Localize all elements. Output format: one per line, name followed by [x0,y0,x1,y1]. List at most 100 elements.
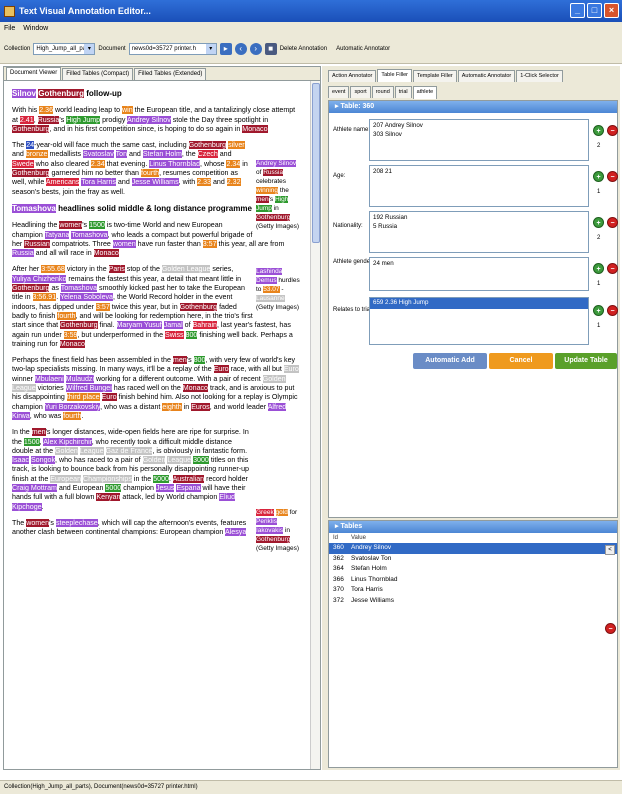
open-icon[interactable]: ▸ [219,42,232,55]
automatic-annotator-button[interactable]: Automatic Annotator [336,46,390,52]
tab-automatic-annotator[interactable]: Automatic Annotator [457,70,516,82]
image-caption: Lashinda Demus hurdles to 53.07 - Lausan… [256,268,300,312]
field-label: Nationality: [333,223,363,229]
field-values[interactable]: 659 2.36 High Jump [369,297,589,345]
table-row[interactable]: 362 Svatoslav Ton [329,554,617,565]
save-icon[interactable]: ■ [264,42,277,55]
value-count: 1 [597,189,601,195]
document-scrollbar[interactable] [310,81,320,769]
add-icon[interactable]: + [593,125,604,136]
menu-bar: File Window [0,22,622,34]
paragraph: Lashinda Demus hurdles to 53.07 - Lausan… [12,265,302,349]
field-label: Age: [333,173,346,179]
field-values[interactable]: 24 men [369,257,589,291]
window-title: Text Visual Annotation Editor... [19,6,151,16]
remove-icon[interactable]: − [607,305,618,316]
tables-list: 360 Andrey Silnov 362 Svatoslav Ton 364 Stefa… [329,543,617,606]
tab-1-click-selector[interactable]: 1-Click Selector [516,70,563,82]
add-icon[interactable]: + [593,217,604,228]
table-panel-header[interactable]: ▸ Table: 360 [329,101,617,113]
row-value: Linus Thornblad [351,575,398,583]
value-count: 2 [597,235,601,241]
collapse-icon[interactable]: < [605,545,615,555]
back-icon[interactable]: ‹ [234,42,247,55]
table-row[interactable]: 370 Tora Harris [329,585,617,596]
window-controls: _ □ × [570,3,619,18]
scrollbar-thumb[interactable] [312,83,320,243]
annotation-pane: Action Annotator Table Filler Template F… [326,66,620,770]
paragraph: Greek gold for Periklis Iakovakis in Got… [12,428,302,552]
row-value: Stefan Holm [351,565,387,572]
forward-icon[interactable]: › [249,42,262,55]
document-select[interactable]: news0d=35727 printer.h ▾ [128,42,217,55]
tab-round[interactable]: round [371,86,394,98]
app-icon [4,5,15,17]
document-label: Document [98,45,126,52]
collection-label: Collection [4,45,31,52]
table-row[interactable]: 364 Stefan Holm [329,564,617,575]
row-id: 360 [333,544,344,551]
add-icon[interactable]: + [593,171,604,182]
row-value: Andrey Silnov [351,544,392,551]
tab-document-viewer[interactable]: Document Viewer [6,67,62,80]
tables-panel-header[interactable]: ▸ Tables [329,521,617,533]
row-id: 362 [333,554,344,562]
tab-action-annotator[interactable]: Action Annotator [328,70,377,82]
collection-select[interactable]: High_Jump_all_parts ▾ [33,42,96,55]
remove-icon[interactable]: − [607,217,618,228]
field-values[interactable]: 207 Andrey Silnov 303 Silnov [369,119,589,161]
image-caption: Greek gold for Periklis Iakovakis in Got… [256,509,299,553]
chevron-down-icon: ▾ [205,43,216,54]
table-panel: ▸ Table: 360 Athlete name: 207 Andrey Si… [328,100,618,518]
menu-window[interactable]: Window [23,25,48,32]
close-icon[interactable]: × [604,3,619,18]
remove-icon[interactable]: − [607,125,618,136]
field-values[interactable]: 208 21 [369,165,589,207]
remove-icon[interactable]: − [607,171,618,182]
tab-event[interactable]: event [328,86,350,98]
table-row[interactable]: 360 Andrey Silnov [329,543,617,554]
row-id: 370 [333,586,344,593]
menu-file[interactable]: File [4,25,15,32]
table-row[interactable]: 372 Jesse Williams [329,596,617,607]
update-table-button[interactable]: Update Table [555,353,617,369]
chevron-down-icon: ▾ [84,43,95,54]
value-count: 1 [597,323,601,329]
table-row[interactable]: 366 Linus Thornblad [329,575,617,586]
value-count: 2 [597,143,601,149]
title-bar: Text Visual Annotation Editor... _ □ × [0,0,622,22]
tab-athlete[interactable]: athlete [412,86,438,99]
add-icon[interactable]: + [593,263,604,274]
cancel-button[interactable]: Cancel [489,353,553,369]
tab-table-filler[interactable]: Table Filler [377,69,412,82]
value-count: 1 [597,281,601,287]
right-tabs: Action Annotator Table Filler Template F… [326,66,620,82]
remove-icon[interactable]: − [607,263,618,274]
tab-trial[interactable]: trial [394,86,412,98]
automatic-add-button[interactable]: Automatic Add [413,353,487,369]
paragraph: Perhaps the finest field has been assemb… [12,356,299,420]
row-value: Jesse Williams [351,596,394,604]
document-pane: Document Viewer Filled Tables (Compact) … [3,66,321,770]
maximize-icon[interactable]: □ [587,3,602,18]
add-icon[interactable]: + [593,305,604,316]
delete-table-icon[interactable]: − [605,623,616,634]
tab-sport[interactable]: sport [350,86,371,98]
delete-annotation-button[interactable]: Delete Annotation [280,46,327,52]
tab-filled-tables-compact[interactable]: Filled Tables (Compact) [62,68,134,80]
field-label: Athlete gender: [333,259,374,265]
row-value: Tora Harris [351,586,383,593]
tables-panel: ▸ Tables Id Value 360 Andrey Silnov 362 Sva… [328,520,618,768]
minimize-icon[interactable]: _ [570,3,585,18]
paragraph: With his 2.36 world leading leap to win … [12,106,296,133]
field-values[interactable]: 192 Russian 5 Russia [369,211,589,253]
row-id: 372 [333,596,344,604]
tables-header: Id Value [333,535,366,541]
doc-title: Silnov Gothenburg follow-up [12,89,122,98]
tab-filled-tables-extended[interactable]: Filled Tables (Extended) [134,68,207,80]
toolbar: Collection High_Jump_all_parts ▾ Document… [0,34,622,64]
tab-template-filler[interactable]: Template Filler [412,70,457,82]
left-tabs: Document Viewer Filled Tables (Compact) … [4,67,320,81]
status-bar: Collection(High_Jump_all_parts), Documen… [0,780,622,794]
image-caption: Andrey Silnov of Russia celebrates winni… [256,160,299,231]
